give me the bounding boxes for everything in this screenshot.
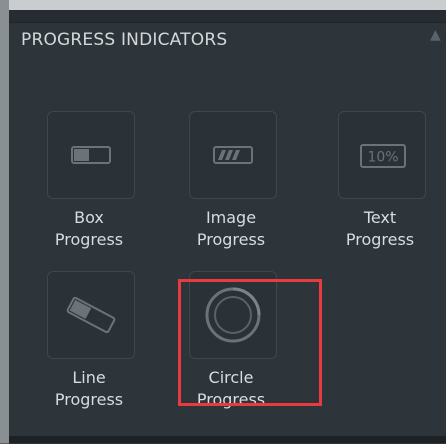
text-progress-item[interactable]: 10% Text Progress bbox=[330, 111, 430, 249]
line-progress-tile[interactable] bbox=[47, 271, 135, 359]
panel-bottom-edge bbox=[9, 436, 446, 443]
box-progress-label: Box Progress bbox=[54, 208, 124, 249]
line-progress-icon bbox=[66, 296, 116, 334]
image-progress-label: Image Progress bbox=[196, 208, 266, 249]
image-progress-tile[interactable] bbox=[189, 111, 277, 199]
top-border bbox=[9, 0, 446, 10]
collapse-icon[interactable]: ▲ bbox=[430, 28, 444, 42]
text-progress-icon: 10% bbox=[360, 144, 406, 168]
widget-panel-frame: PROGRESS INDICATORS ▲ Box Progress Image… bbox=[0, 0, 446, 444]
image-progress-icon bbox=[213, 146, 253, 164]
previous-section-footer bbox=[9, 10, 446, 22]
section-title: PROGRESS INDICATORS bbox=[21, 30, 228, 50]
line-progress-label: Line Progress bbox=[54, 368, 124, 409]
svg-text:10%: 10% bbox=[367, 150, 398, 166]
box-progress-item[interactable]: Box Progress bbox=[39, 111, 139, 249]
box-progress-tile[interactable] bbox=[47, 111, 135, 199]
window-edge bbox=[0, 0, 9, 443]
text-progress-label: Text Progress bbox=[345, 208, 415, 249]
image-progress-item[interactable]: Image Progress bbox=[181, 111, 281, 249]
text-progress-tile[interactable]: 10% bbox=[338, 111, 426, 199]
selection-highlight bbox=[178, 279, 322, 406]
line-progress-item[interactable]: Line Progress bbox=[39, 271, 139, 409]
box-progress-icon bbox=[71, 146, 111, 164]
